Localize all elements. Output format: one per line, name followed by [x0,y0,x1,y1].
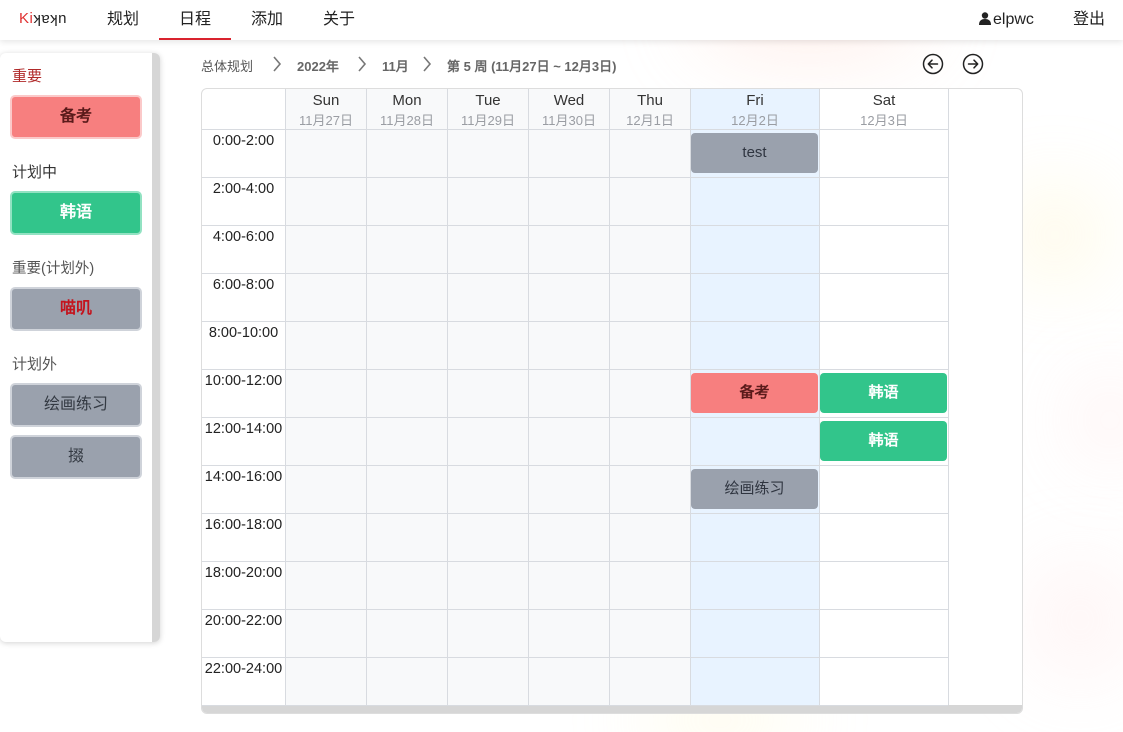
day-header: Tue 11月29日 [447,89,528,129]
time-slot-label: 4:00-6:00 [212,229,275,245]
day-date: 11月27日 [299,113,353,128]
prev-week-icon[interactable] [922,53,944,75]
event-block[interactable]: 备考 [691,373,818,413]
sidebar-item-drawing[interactable]: 绘画练习 [10,383,142,427]
time-slot-label: 14:00-16:00 [204,469,283,485]
day-header: Thu 12月1日 [609,89,690,129]
day-date: 11月29日 [461,113,515,128]
calendar-scrollbar[interactable] [202,705,1022,713]
row-divider [202,129,948,130]
event-block[interactable]: test [691,133,818,173]
day-name: Fri [746,92,764,109]
time-slot-label: 18:00-20:00 [204,565,283,581]
sidebar-item-miaoji[interactable]: 喵叽 [10,287,142,331]
logout-button[interactable]: 登出 [1073,0,1105,40]
nav-about[interactable]: 关于 [316,0,362,40]
time-slot-label: 0:00-2:00 [212,133,275,149]
time-slot-label: 12:00-14:00 [204,421,283,437]
username: elpwc [993,11,1034,28]
breadcrumb-month[interactable]: 11月 [382,56,409,75]
row-divider [202,465,948,466]
logo-accent: Ki [19,10,34,27]
time-slot-label: 10:00-12:00 [204,373,283,389]
row-divider [202,609,948,610]
row-divider [202,705,948,706]
event-block[interactable]: 韩语 [820,421,947,461]
chevron-right-icon [423,56,432,72]
day-name: Wed [553,92,585,109]
day-name: Tue [475,92,501,109]
user-menu[interactable]: elpwc [979,0,1034,40]
breadcrumb-root[interactable]: 总体规划 [201,56,253,75]
day-date: 12月2日 [731,113,779,128]
event-block[interactable]: 韩语 [820,373,947,413]
time-slot-label: 22:00-24:00 [204,661,283,677]
time-slot-label: 8:00-10:00 [208,325,279,341]
nav-plan[interactable]: 规划 [100,0,146,40]
day-header: Sun 11月27日 [285,89,366,129]
day-name: Sat [872,92,896,109]
day-header: Sat 12月3日 [819,89,948,129]
sidebar-item-korean[interactable]: 韩语 [10,191,142,235]
nav-schedule[interactable]: 日程 [159,0,231,40]
event-block[interactable]: 绘画练习 [691,469,818,509]
app-logo[interactable]: Kiʞɐʞn [19,10,67,27]
day-column [366,89,447,705]
day-column [285,89,366,705]
day-header: Fri 12月2日 [690,89,819,129]
row-divider [202,321,948,322]
category-sidebar: 重要 备考 计划中 韩语 重要(计划外) 喵叽 计划外 绘画练习 掇 [0,53,160,642]
top-navbar: Kiʞɐʞn 规划 日程 添加 关于 elpwc 登出 [0,0,1123,40]
sidebar-scrollbar[interactable] [152,53,160,642]
time-slot-label: 16:00-18:00 [204,517,283,533]
chevron-right-icon [273,56,282,72]
sidebar-item-duo[interactable]: 掇 [10,435,142,479]
row-divider [202,369,948,370]
day-name: Thu [637,92,663,109]
row-divider [202,561,948,562]
section-title-important-unplanned: 重要(计划外) [12,261,95,277]
time-slot-label: 20:00-22:00 [204,613,283,629]
nav-add[interactable]: 添加 [244,0,290,40]
time-slot-label: 2:00-4:00 [212,181,275,197]
row-divider [202,417,948,418]
user-icon [979,12,991,25]
week-calendar: Sun 11月27日 Mon 11月28日 Tue 11月29日 Wed 11月30日 Thu 1… [201,88,1023,714]
next-week-icon[interactable] [962,53,984,75]
row-divider [202,657,948,658]
day-date: 11月30日 [542,113,596,128]
day-column [609,89,690,705]
day-date: 12月3日 [860,113,908,128]
sidebar-item-beikao[interactable]: 备考 [10,95,142,139]
section-title-unplanned: 计划外 [12,356,58,373]
day-column [528,89,609,705]
breadcrumb-year[interactable]: 2022年 [297,56,339,75]
day-column [447,89,528,705]
chevron-right-icon [358,56,367,72]
row-divider [202,225,948,226]
section-title-planned: 计划中 [12,164,58,181]
day-date: 11月28日 [380,113,434,128]
day-header: Wed 11月30日 [528,89,609,129]
logo-text: ʞɐʞn [33,10,68,27]
row-divider [202,273,948,274]
time-slot-label: 6:00-8:00 [212,277,275,293]
section-title-important: 重要 [12,68,43,85]
row-divider [202,513,948,514]
day-header: Mon 11月28日 [366,89,447,129]
column-divider [948,89,949,705]
day-name: Mon [392,92,422,109]
day-name: Sun [312,92,340,109]
day-date: 12月1日 [626,113,674,128]
breadcrumb-week: 第 5 周 (11月27日 ~ 12月3日) [447,59,617,74]
row-divider [202,177,948,178]
